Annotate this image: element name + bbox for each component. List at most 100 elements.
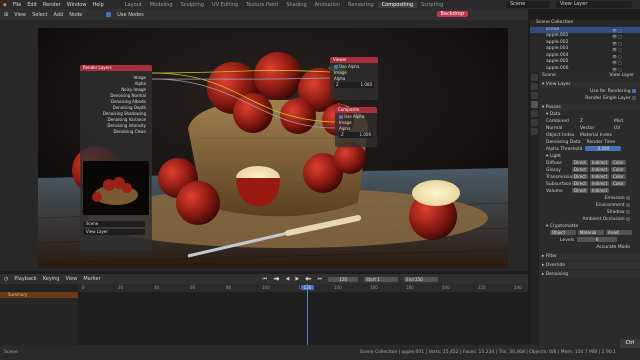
- menu-edit[interactable]: Edit: [24, 2, 40, 8]
- light-row: Subsurface Direct Indirect Color: [546, 181, 626, 187]
- menu-marker[interactable]: Marker: [83, 276, 100, 282]
- view-layer-tab-icon[interactable]: [531, 101, 538, 108]
- filter-panel-header[interactable]: ▸ Filter: [540, 253, 640, 260]
- menu-file[interactable]: File: [10, 2, 24, 8]
- visibility-icons[interactable]: 👁▢: [612, 60, 634, 65]
- jump-start-icon[interactable]: ⏮: [263, 276, 268, 282]
- play-reverse-icon[interactable]: ◀: [286, 276, 290, 282]
- start-frame-field[interactable]: Start 1: [364, 276, 399, 282]
- visibility-icons[interactable]: 👁▢: [612, 34, 634, 39]
- jump-end-icon[interactable]: ⏭: [318, 276, 323, 282]
- denoising-panel-header[interactable]: ▸ Denoising: [540, 271, 640, 278]
- view-layer-panel-header[interactable]: ▾ View Layer: [540, 81, 640, 88]
- visibility-icons[interactable]: 👁▢: [612, 54, 634, 59]
- menu-help[interactable]: Help: [89, 2, 106, 8]
- render-single-layer-row[interactable]: Render Single Layer: [540, 95, 640, 102]
- props-view-layer-label[interactable]: View Layer: [609, 72, 640, 79]
- tab-sculpting[interactable]: Sculpting: [177, 2, 208, 8]
- menu-keying[interactable]: Keying: [43, 276, 60, 282]
- end-frame-field[interactable]: End 250: [404, 276, 439, 282]
- tab-compositing[interactable]: Compositing: [377, 1, 418, 8]
- light-row: Diffuse Direct Indirect Color: [546, 160, 626, 166]
- tab-animation[interactable]: Animation: [311, 2, 345, 8]
- ambient-occlusion-row[interactable]: Ambient Occlusion: [540, 216, 640, 223]
- outliner[interactable]: Scene Collection scene 👁▢ apple.001 👁▢ app…: [530, 20, 640, 72]
- play-icon[interactable]: ▶: [295, 276, 299, 282]
- playhead[interactable]: [307, 284, 308, 345]
- render-tab-icon[interactable]: [531, 83, 538, 90]
- tab-rendering[interactable]: Rendering: [344, 2, 378, 8]
- ruler-tick: 20: [118, 285, 124, 290]
- data-subpanel-header[interactable]: ▾ Data: [540, 111, 640, 118]
- emission-checkbox[interactable]: [626, 195, 630, 200]
- scene-tab-icon[interactable]: [531, 110, 538, 117]
- menu-timeline-view[interactable]: View: [65, 276, 77, 282]
- summary-channel[interactable]: Summary: [0, 292, 78, 298]
- tab-texture-paint[interactable]: Texture Paint: [242, 2, 282, 8]
- top-bar: ◆ File Edit Render Window Help Layout Mo…: [0, 0, 640, 9]
- cryptomatte-subpanel-header[interactable]: ▾ Cryptomatte: [540, 223, 640, 230]
- environment-checkbox[interactable]: [626, 202, 630, 207]
- accurate-mode-row[interactable]: Accurate Mode: [540, 244, 640, 251]
- editor-type-icon[interactable]: ⊞: [4, 12, 8, 18]
- alpha-threshold-row: Alpha Threshold 0.500: [540, 146, 640, 153]
- levels-row: Levels 6: [540, 237, 640, 244]
- next-key-icon[interactable]: ◆▸: [305, 276, 311, 282]
- visibility-icons[interactable]: 👁▢: [612, 67, 634, 72]
- world-tab-icon[interactable]: [531, 119, 538, 126]
- tab-uv-editing[interactable]: UV Editing: [208, 2, 242, 8]
- scene-selector[interactable]: Scene: [506, 1, 550, 8]
- tab-scripting[interactable]: Scripting: [417, 2, 447, 8]
- current-frame-field[interactable]: 120: [328, 276, 359, 282]
- tab-modeling[interactable]: Modeling: [146, 2, 177, 8]
- props-scene-label[interactable]: Scene: [542, 72, 556, 79]
- menu-view[interactable]: View: [14, 12, 26, 18]
- use-nodes-checkbox[interactable]: [106, 12, 112, 17]
- passes-panel-header[interactable]: ▾ Passes: [540, 104, 640, 111]
- link-alpha-viewer: [151, 77, 331, 80]
- object-tab-icon[interactable]: [531, 128, 538, 135]
- shadow-row[interactable]: Shadow: [540, 209, 640, 216]
- tool-tab-icon[interactable]: [531, 74, 538, 81]
- shadow-checkbox[interactable]: [626, 209, 630, 214]
- override-panel-header[interactable]: ▸ Override: [540, 262, 640, 269]
- ruler-tick: 200: [442, 285, 450, 290]
- menu-playback[interactable]: Playback: [14, 276, 36, 282]
- compositor-node-editor[interactable]: Render Layers Image Alpha Noisy Image De…: [0, 20, 528, 271]
- menu-add[interactable]: Add: [54, 12, 64, 18]
- alpha-threshold-field[interactable]: 0.500: [585, 146, 622, 151]
- properties-editor[interactable]: Scene View Layer ▾ View Layer Use for Re…: [530, 72, 640, 345]
- timeline-editor-icon[interactable]: ◷: [4, 276, 8, 282]
- timeline-area[interactable]: [78, 292, 528, 345]
- emission-row[interactable]: Emission: [540, 195, 640, 202]
- menu-render[interactable]: Render: [40, 2, 64, 8]
- visibility-icons[interactable]: 👁▢: [612, 47, 634, 52]
- render-single-layer-checkbox[interactable]: [632, 95, 636, 100]
- visibility-icons[interactable]: 👁▢: [612, 28, 634, 33]
- environment-row[interactable]: Environment: [540, 202, 640, 209]
- menu-select[interactable]: Select: [32, 12, 47, 18]
- ruler-tick: 60: [190, 285, 196, 290]
- tab-shading[interactable]: Shading: [282, 2, 310, 8]
- link-image-composite: [151, 72, 336, 123]
- visibility-icons[interactable]: 👁▢: [612, 41, 634, 46]
- use-for-rendering-checkbox[interactable]: [632, 88, 636, 93]
- levels-field[interactable]: 6: [577, 237, 618, 242]
- blender-logo-icon[interactable]: ◆: [0, 2, 10, 8]
- menu-node[interactable]: Node: [69, 12, 82, 18]
- timeline-channels: [0, 292, 78, 345]
- link-alpha-composite: [151, 78, 336, 129]
- light-subpanel-header[interactable]: ▾ Light: [540, 153, 640, 160]
- playhead-frame-label[interactable]: 120: [301, 285, 314, 290]
- view-layer-selector[interactable]: View Layer: [556, 1, 632, 8]
- output-tab-icon[interactable]: [531, 92, 538, 99]
- ruler-tick: 180: [406, 285, 414, 290]
- prev-key-icon[interactable]: ◂◆: [273, 276, 279, 282]
- backdrop-button[interactable]: Backdrop: [436, 11, 468, 17]
- ambient-occlusion-checkbox[interactable]: [626, 216, 630, 221]
- tab-layout[interactable]: Layout: [121, 2, 146, 8]
- timeline[interactable]: ◷ Playback Keying View Marker ⏮ ◂◆ ◀ ▶ ◆…: [0, 274, 528, 345]
- timeline-header: ◷ Playback Keying View Marker ⏮ ◂◆ ◀ ▶ ◆…: [0, 274, 528, 284]
- menu-window[interactable]: Window: [64, 2, 90, 8]
- use-for-rendering-row[interactable]: Use for Rendering: [540, 88, 640, 95]
